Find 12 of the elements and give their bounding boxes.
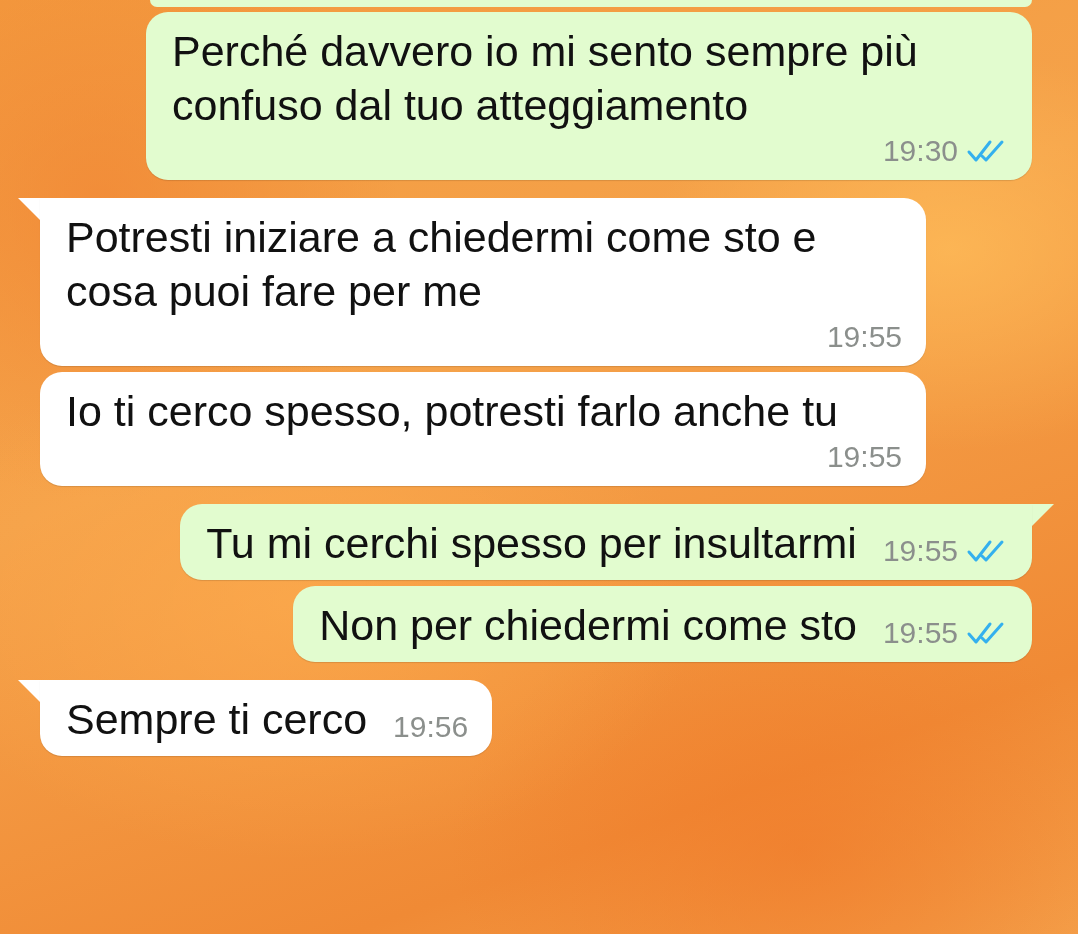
message-time: 19:30 <box>882 134 958 168</box>
message-text: Perché davvero io mi sento sempre più confuso dal tuo atteggiamento <box>172 26 919 131</box>
message-text: Tu mi cerchi spesso per insultarmi <box>206 518 857 569</box>
message-text: Io ti cerco spesso, potresti farlo anche tu <box>66 386 838 437</box>
message-time: 19:55 <box>882 534 958 568</box>
message-time: 19:55 <box>882 616 958 650</box>
message-time: 19:55 <box>826 440 902 474</box>
message-time: 19:55 <box>826 320 902 354</box>
message-time: 19:56 <box>393 710 469 744</box>
message-text: Non per chiedermi come sto <box>319 600 857 651</box>
message-text: Potresti iniziare a chiedermi come sto e cosa puoi fare per me <box>66 212 818 317</box>
message-text: Sempre ti cerco <box>66 694 368 745</box>
